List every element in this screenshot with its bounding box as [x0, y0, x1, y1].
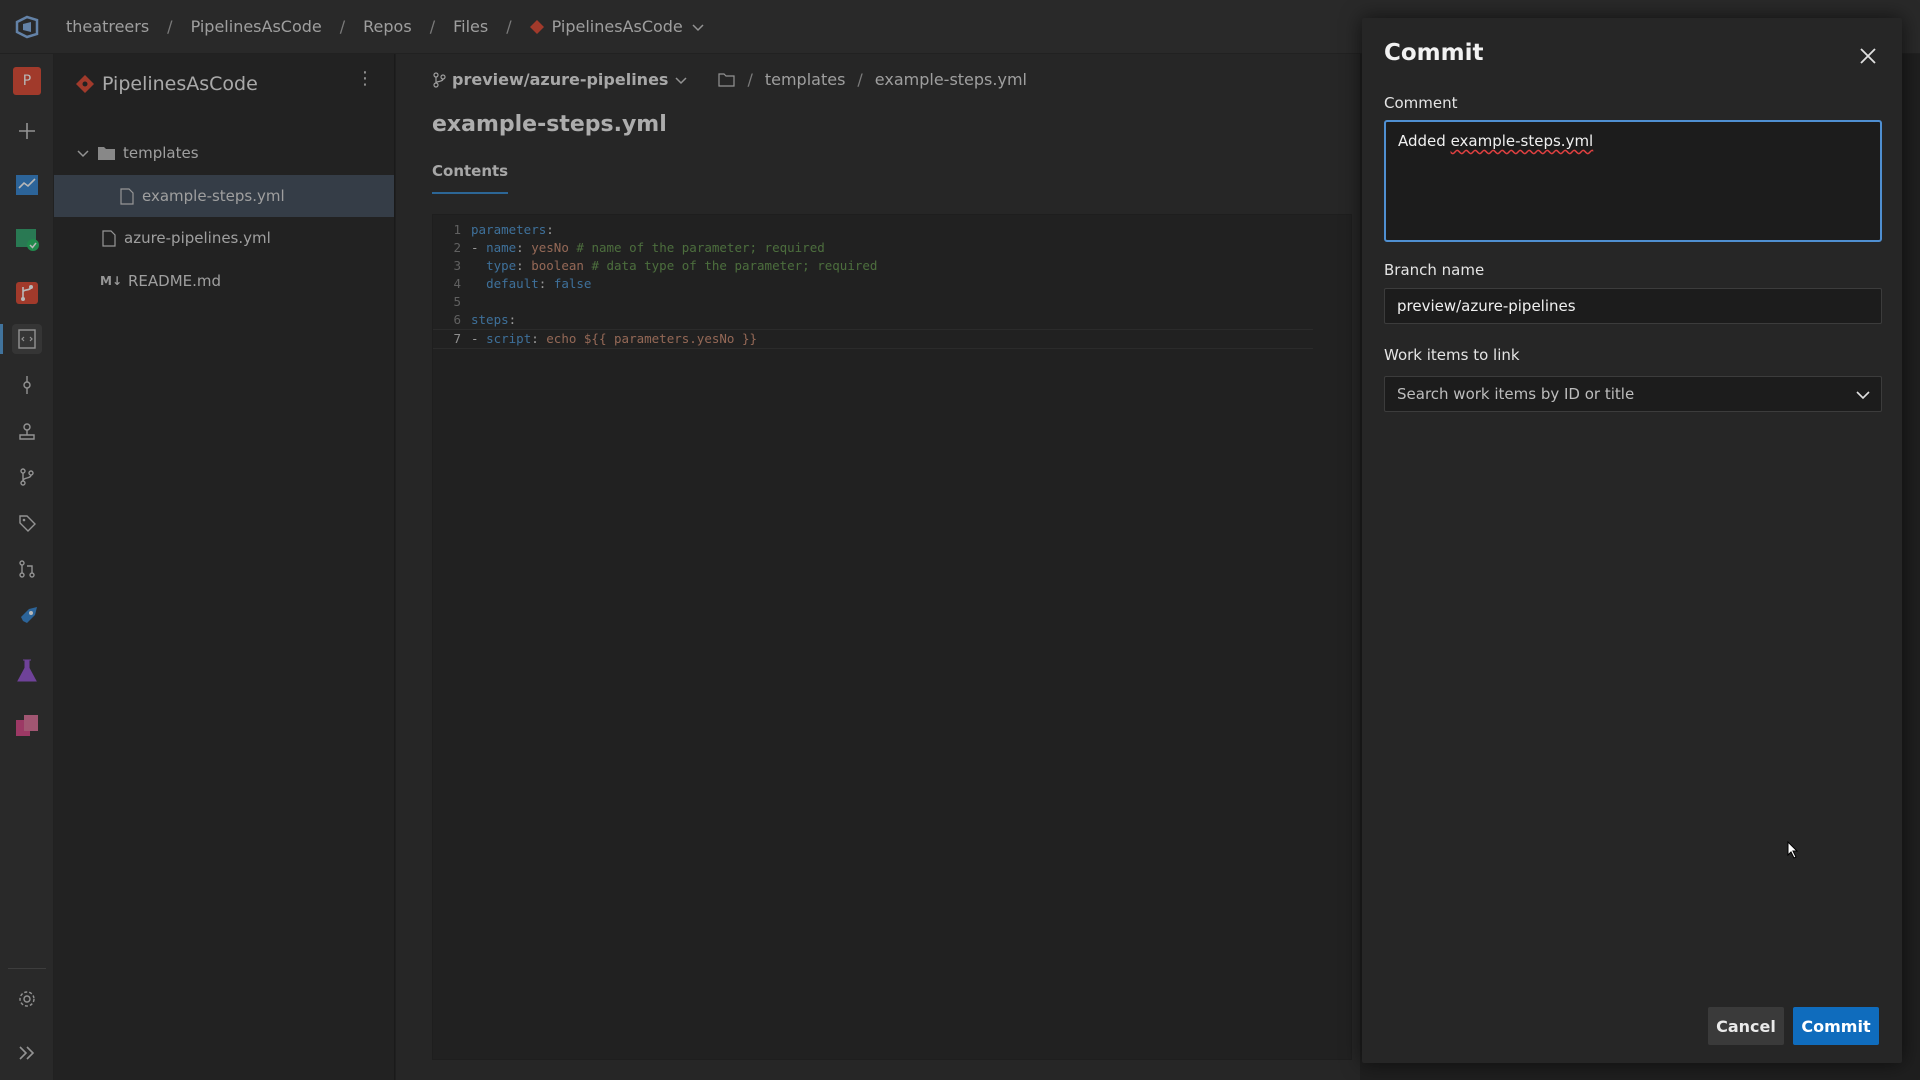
chevron-down-icon[interactable]	[1855, 387, 1871, 403]
work-items-label: Work items to link	[1384, 346, 1520, 364]
comment-text-prefix: Added	[1398, 132, 1451, 150]
work-items-placeholder: Search work items by ID or title	[1397, 385, 1635, 403]
commit-panel: Commit Comment Added example-steps.yml B…	[1362, 18, 1902, 1063]
branch-name-label: Branch name	[1384, 261, 1485, 279]
panel-title: Commit	[1384, 40, 1484, 66]
cancel-button[interactable]: Cancel	[1708, 1007, 1784, 1045]
comment-label: Comment	[1384, 94, 1458, 112]
comment-text-misspelled: example-steps.yml	[1450, 132, 1594, 150]
branch-name-input[interactable]: preview/azure-pipelines	[1384, 288, 1882, 324]
work-items-search[interactable]: Search work items by ID or title	[1384, 376, 1882, 412]
comment-textarea[interactable]: Added example-steps.yml	[1384, 120, 1882, 242]
mouse-cursor-icon	[1787, 841, 1799, 859]
close-icon[interactable]	[1856, 44, 1880, 68]
commit-button[interactable]: Commit	[1793, 1007, 1879, 1045]
